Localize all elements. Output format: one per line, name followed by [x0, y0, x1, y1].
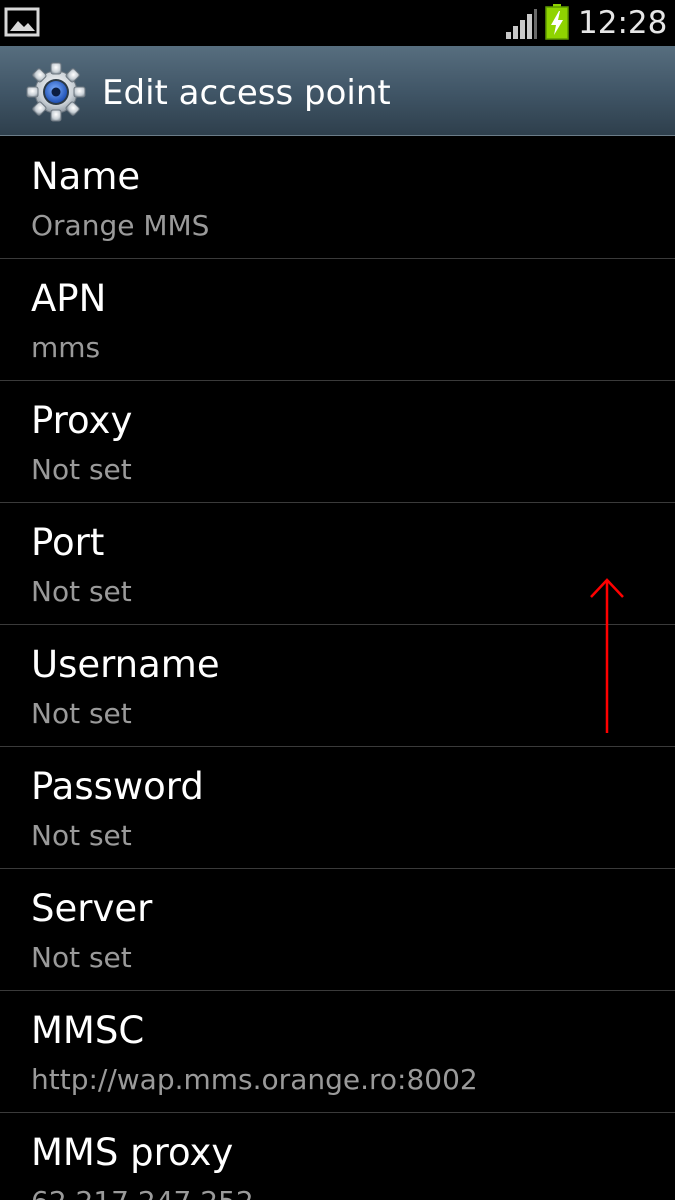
pref-title: Password [31, 765, 204, 808]
pref-port[interactable]: Port Not set [0, 503, 675, 625]
pref-title: MMS proxy [31, 1131, 234, 1174]
pref-title: Username [31, 643, 220, 686]
page-title: Edit access point [102, 73, 391, 113]
pref-summary: Not set [31, 697, 132, 730]
pref-password[interactable]: Password Not set [0, 747, 675, 869]
pref-name[interactable]: Name Orange MMS [0, 137, 675, 259]
pref-mms-proxy[interactable]: MMS proxy 62.217.247.252 [0, 1113, 675, 1200]
pref-summary: Not set [31, 575, 132, 608]
action-bar: Edit access point [0, 46, 675, 136]
pref-username[interactable]: Username Not set [0, 625, 675, 747]
pref-summary: http://wap.mms.orange.ro:8002 [31, 1063, 478, 1096]
pref-summary: Not set [31, 453, 132, 486]
pref-title: Name [31, 155, 141, 198]
status-time: 12:28 [578, 5, 668, 41]
pref-summary: 62.217.247.252 [31, 1183, 254, 1200]
image-notification-icon [4, 7, 40, 37]
pref-title: MMSC [31, 1009, 145, 1052]
settings-gear-icon[interactable] [26, 62, 86, 122]
pref-title: Port [31, 521, 105, 564]
pref-title: Proxy [31, 399, 133, 442]
pref-proxy[interactable]: Proxy Not set [0, 381, 675, 503]
up-arrow-icon [590, 578, 624, 733]
signal-icon [506, 9, 537, 39]
pref-summary: Not set [31, 819, 132, 852]
pref-mmsc[interactable]: MMSC http://wap.mms.orange.ro:8002 [0, 991, 675, 1113]
battery-charging-icon [545, 4, 569, 40]
pref-summary: Not set [31, 941, 132, 974]
pref-title: APN [31, 277, 107, 320]
preference-list: Name Orange MMS APN mms Proxy Not set Po… [0, 137, 675, 1200]
pref-server[interactable]: Server Not set [0, 869, 675, 991]
pref-apn[interactable]: APN mms [0, 259, 675, 381]
screen: 12:28 Edit access point Name Orange MMS … [0, 0, 675, 1200]
status-bar: 12:28 [0, 0, 675, 46]
pref-summary: mms [31, 331, 101, 364]
pref-summary: Orange MMS [31, 209, 210, 242]
pref-title: Server [31, 887, 153, 930]
